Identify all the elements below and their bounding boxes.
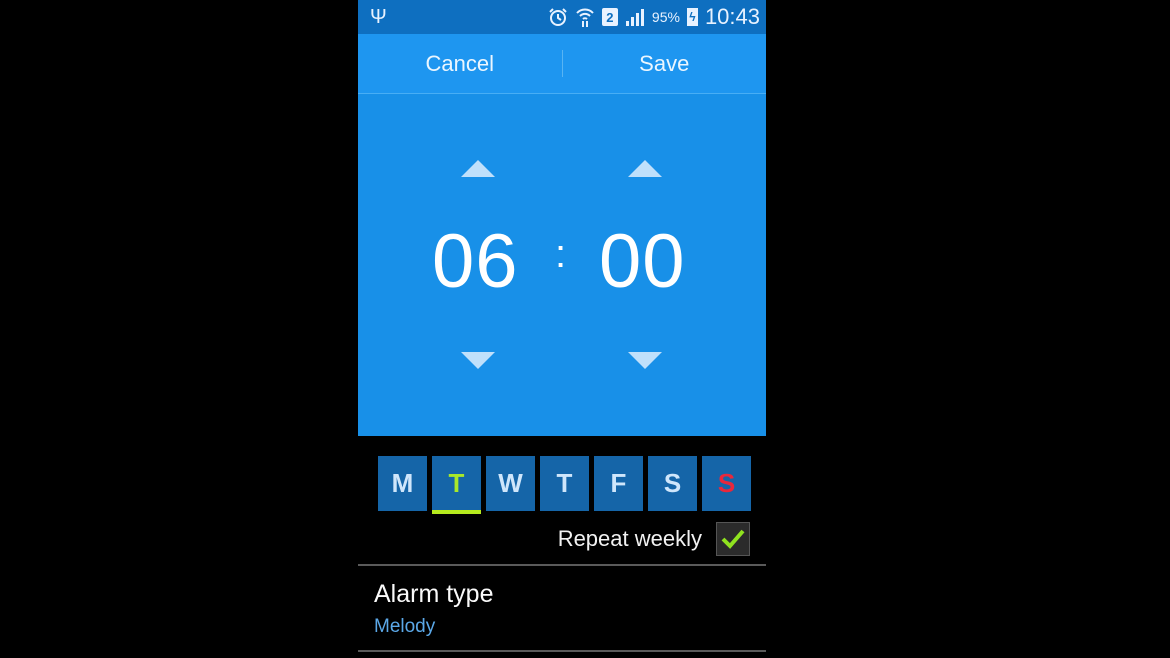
repeat-weekly-checkbox[interactable] — [716, 522, 750, 556]
hour-value[interactable]: 06 — [432, 218, 519, 305]
minute-decrement-arrow-icon[interactable] — [628, 352, 662, 369]
time-separator: : — [555, 232, 567, 276]
alarm-type-title: Alarm type — [374, 580, 494, 608]
day-thursday[interactable]: T — [540, 456, 589, 511]
minute-increment-arrow-icon[interactable] — [628, 160, 662, 177]
checkmark-icon — [721, 529, 745, 549]
day-tuesday[interactable]: T — [432, 456, 481, 514]
battery-charging-icon: ϟ — [686, 8, 698, 26]
day-wednesday[interactable]: W — [486, 456, 535, 511]
alarm-type-value: Melody — [374, 616, 436, 637]
wifi-icon — [575, 6, 595, 28]
status-icons: 2 95% ϟ 10:43 — [548, 0, 760, 34]
divider — [358, 564, 766, 566]
hour-increment-arrow-icon[interactable] — [461, 160, 495, 177]
alarm-clock-icon — [548, 7, 568, 27]
phone-screen: Ψ 2 95% ϟ 10:43 Cancel Save 06 : 00 M T … — [358, 0, 766, 658]
hour-decrement-arrow-icon[interactable] — [461, 352, 495, 369]
action-bar: Cancel Save — [358, 34, 766, 94]
status-bar: Ψ 2 95% ϟ 10:43 — [358, 0, 766, 34]
minute-value[interactable]: 00 — [599, 218, 686, 305]
alarm-type-setting[interactable]: Alarm type Melody — [358, 568, 766, 650]
weekday-selector: M T W T F S S — [378, 456, 751, 514]
day-friday[interactable]: F — [594, 456, 643, 511]
signal-icon — [625, 8, 645, 26]
clock-time: 10:43 — [704, 4, 760, 29]
day-monday[interactable]: M — [378, 456, 427, 511]
divider — [358, 650, 766, 652]
usb-icon: Ψ — [370, 6, 387, 28]
day-sunday[interactable]: S — [702, 456, 751, 511]
day-saturday[interactable]: S — [648, 456, 697, 511]
battery-percent: 95% — [651, 9, 680, 25]
cancel-button[interactable]: Cancel — [358, 34, 562, 93]
repeat-weekly-row: Repeat weekly — [558, 522, 750, 556]
save-button[interactable]: Save — [563, 34, 767, 93]
repeat-weekly-label: Repeat weekly — [557, 526, 702, 551]
time-picker: 06 : 00 — [358, 94, 766, 436]
sim-2-icon: 2 — [601, 8, 618, 26]
